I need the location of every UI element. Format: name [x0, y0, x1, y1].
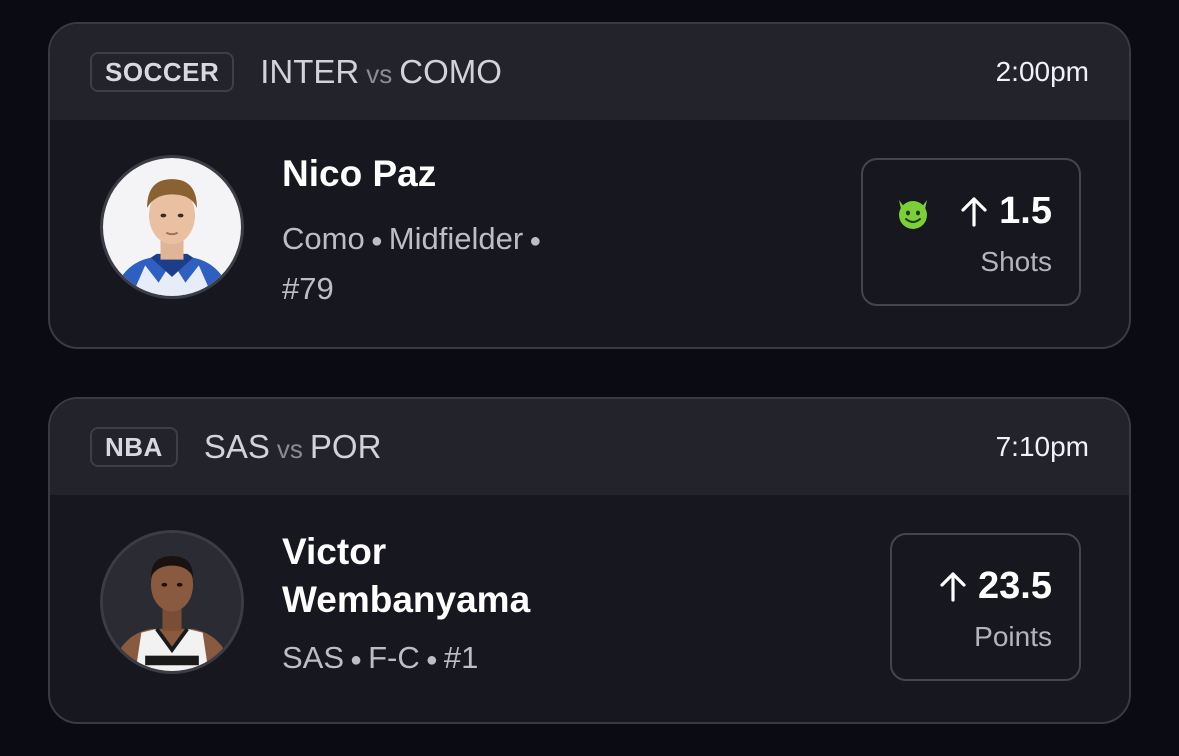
player-position: Midfielder	[388, 221, 524, 256]
vs-label: vs	[366, 59, 393, 89]
card-body: Nico Paz Como ● Midfielder ● #79 1.5 Shots	[50, 120, 1129, 347]
player-photo-icon	[103, 158, 241, 296]
projection-button[interactable]: 1.5 Shots	[861, 158, 1081, 306]
projection-value: 23.5	[978, 565, 1052, 607]
player-number: #79	[282, 270, 334, 306]
player-photo-icon	[103, 533, 241, 671]
player-team: Como	[282, 221, 365, 256]
sport-badge: SOCCER	[90, 52, 235, 92]
player-avatar[interactable]	[100, 530, 244, 674]
projection-line: 1.5	[959, 190, 1052, 233]
arrow-up-icon	[938, 571, 968, 603]
green-demon-icon	[899, 200, 927, 229]
card-body: Victor Wembanyama SAS ● F-C ● #1 23.5 Points	[50, 495, 1129, 722]
home-team: INTER	[260, 53, 360, 90]
separator-dot: ●	[529, 229, 542, 252]
projection-stat: Points	[974, 621, 1052, 652]
player-name: Nico Paz	[282, 153, 437, 194]
player-avatar[interactable]	[100, 155, 244, 299]
projection-value: 1.5	[999, 190, 1052, 232]
player-meta: SAS ● F-C ● #1	[282, 634, 642, 684]
pick-card-victor-wembanyama[interactable]: NBA SAS vs POR 7:10pm Victor Wembanyama	[48, 397, 1131, 724]
player-position: F-C	[368, 640, 420, 675]
card-header: SOCCER INTER vs COMO 2:00pm	[50, 24, 1129, 120]
projection-line: 23.5	[938, 565, 1052, 608]
game-time: 2:00pm	[995, 56, 1089, 87]
projection-button[interactable]: 23.5 Points	[890, 533, 1081, 681]
sport-badge: NBA	[90, 427, 178, 467]
away-team: POR	[309, 428, 382, 465]
vs-label: vs	[276, 434, 303, 464]
card-header: NBA SAS vs POR 7:10pm	[50, 399, 1129, 495]
player-team: SAS	[282, 640, 345, 675]
projection-stat: Shots	[980, 246, 1052, 277]
matchup: INTER vs COMO	[260, 53, 502, 91]
pick-card-nico-paz[interactable]: SOCCER INTER vs COMO 2:00pm Nico Paz Com…	[48, 22, 1131, 349]
arrow-up-icon	[959, 196, 989, 228]
matchup: SAS vs POR	[204, 428, 382, 466]
separator-dot: ●	[370, 229, 383, 252]
player-number: #1	[443, 640, 479, 675]
separator-dot: ●	[350, 648, 363, 671]
game-time: 7:10pm	[995, 431, 1089, 462]
player-name: Victor Wembanyama	[282, 531, 531, 620]
away-team: COMO	[399, 53, 502, 90]
separator-dot: ●	[425, 648, 438, 671]
player-meta: Como ● Midfielder ● #79	[282, 215, 642, 313]
home-team: SAS	[203, 428, 270, 465]
